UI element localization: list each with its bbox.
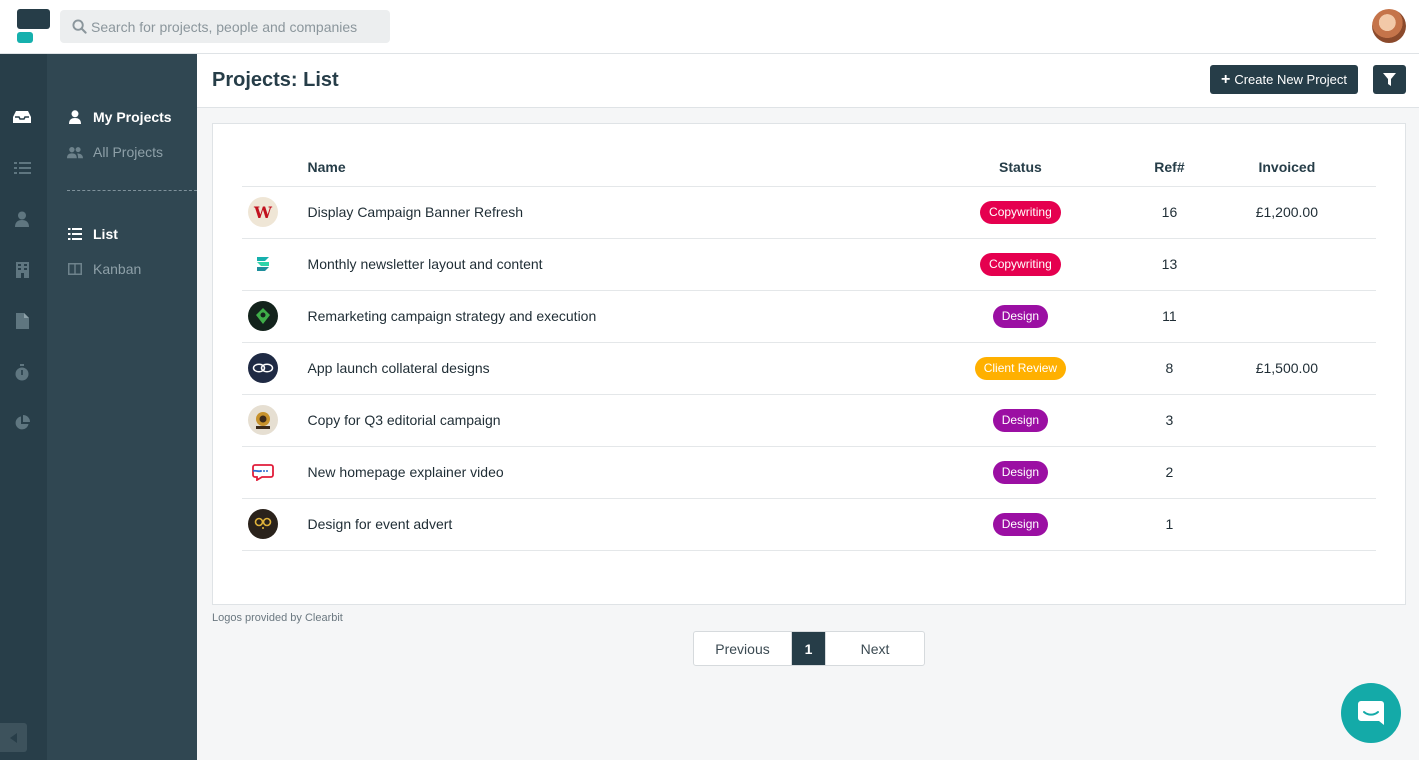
col-ref-header[interactable]: Ref#: [1141, 149, 1198, 187]
project-ref: 2: [1141, 446, 1198, 499]
list-icon[interactable]: [13, 159, 31, 177]
nav-list-label: List: [93, 226, 118, 242]
project-name[interactable]: App launch collateral designs: [307, 342, 900, 395]
filter-icon: [1383, 73, 1396, 86]
nav-my-projects[interactable]: My Projects: [67, 107, 172, 127]
project-ref: 11: [1141, 290, 1198, 343]
search-icon: [72, 19, 87, 34]
status-badge: Client Review: [974, 356, 1067, 380]
columns-icon: [67, 261, 83, 277]
nav-list[interactable]: List: [67, 224, 118, 244]
table-row[interactable]: New homepage explainer video Design 2: [242, 446, 1376, 499]
nav-kanban[interactable]: Kanban: [67, 259, 141, 279]
list-view-icon: [67, 226, 83, 242]
status-badge: Copywriting: [980, 252, 1061, 276]
search-input[interactable]: [91, 10, 381, 43]
col-status-header[interactable]: Status: [899, 149, 1142, 187]
nav-kanban-label: Kanban: [93, 261, 142, 277]
project-name[interactable]: Monthly newsletter layout and content: [307, 238, 900, 291]
col-logo: [242, 149, 308, 187]
project-name[interactable]: Copy for Q3 editorial campaign: [307, 394, 900, 447]
company-logo: [248, 457, 278, 487]
person-icon[interactable]: [13, 210, 31, 228]
users-icon: [67, 144, 83, 160]
chat-launcher-button[interactable]: [1341, 683, 1401, 743]
create-new-project-button[interactable]: + Create New Project: [1210, 65, 1358, 94]
chat-icon: [1358, 701, 1384, 725]
col-name-header[interactable]: Name: [307, 149, 900, 187]
project-invoiced: [1197, 394, 1376, 447]
project-invoiced: [1197, 290, 1376, 343]
filter-button[interactable]: [1373, 65, 1406, 94]
table-row[interactable]: Monthly newsletter layout and content Co…: [242, 238, 1376, 291]
icon-rail: [0, 54, 47, 760]
nav-divider: [67, 190, 197, 191]
table-row[interactable]: W Display Campaign Banner Refresh Copywr…: [242, 186, 1376, 239]
user-avatar[interactable]: [1372, 9, 1406, 43]
project-invoiced: £1,500.00: [1197, 342, 1376, 395]
pagination-current-page[interactable]: 1: [792, 632, 825, 665]
project-ref: 13: [1141, 238, 1198, 291]
col-invoiced-header[interactable]: Invoiced: [1197, 149, 1376, 187]
plus-icon: +: [1220, 70, 1231, 88]
app-logo[interactable]: [17, 9, 51, 45]
pagination-previous-button[interactable]: Previous: [694, 632, 792, 665]
project-name[interactable]: Design for event advert: [307, 498, 900, 551]
table-header-row: Name Status Ref# Invoiced: [242, 149, 1376, 187]
status-badge: Design: [992, 408, 1049, 432]
status-badge: Design: [992, 460, 1049, 484]
nav-all-projects-label: All Projects: [93, 144, 164, 160]
collapse-sidebar-button[interactable]: [0, 723, 27, 752]
top-bar: [0, 0, 1419, 54]
page-header: Projects: List + Create New Project: [197, 54, 1419, 108]
table-row[interactable]: Remarketing campaign strategy and execut…: [242, 290, 1376, 343]
user-icon: [67, 109, 83, 125]
inbox-icon[interactable]: [13, 108, 31, 126]
project-invoiced: [1197, 446, 1376, 499]
page-title: Projects: List: [212, 69, 339, 91]
create-new-project-label: Create New Project: [1234, 72, 1348, 87]
company-logo: [248, 405, 278, 435]
pagination: Previous 1 Next: [693, 631, 925, 666]
project-ref: 8: [1141, 342, 1198, 395]
search-box: [60, 10, 390, 43]
clearbit-attribution[interactable]: Logos provided by Clearbit: [212, 612, 343, 624]
pie-chart-icon[interactable]: [13, 414, 31, 432]
projects-subnav: My Projects All Projects List Kanban: [47, 54, 197, 760]
nav-all-projects[interactable]: All Projects: [67, 142, 163, 162]
project-ref: 3: [1141, 394, 1198, 447]
project-invoiced: £1,200.00: [1197, 186, 1376, 239]
nav-my-projects-label: My Projects: [93, 109, 172, 125]
company-logo: [248, 249, 278, 279]
company-logo: W: [248, 197, 278, 227]
document-icon[interactable]: [13, 312, 31, 330]
company-logo: [248, 301, 278, 331]
project-invoiced: [1197, 238, 1376, 291]
project-invoiced: [1197, 498, 1376, 551]
status-badge: Design: [992, 304, 1049, 328]
project-name[interactable]: Display Campaign Banner Refresh: [307, 186, 900, 239]
project-name[interactable]: Remarketing campaign strategy and execut…: [307, 290, 900, 343]
status-badge: Design: [992, 512, 1049, 536]
projects-card: Name Status Ref# Invoiced W Display Camp…: [212, 123, 1406, 605]
status-badge: Copywriting: [980, 200, 1061, 224]
company-logo: [248, 353, 278, 383]
table-row[interactable]: Copy for Q3 editorial campaign Design 3: [242, 394, 1376, 447]
building-icon[interactable]: [13, 261, 31, 279]
project-ref: 1: [1141, 498, 1198, 551]
caret-left-icon: [10, 732, 17, 743]
table-row[interactable]: Design for event advert Design 1: [242, 498, 1376, 551]
project-ref: 16: [1141, 186, 1198, 239]
company-logo: [248, 509, 278, 539]
stopwatch-icon[interactable]: [13, 363, 31, 381]
table-row[interactable]: App launch collateral designs Client Rev…: [242, 342, 1376, 395]
project-name[interactable]: New homepage explainer video: [307, 446, 900, 499]
pagination-next-button[interactable]: Next: [825, 632, 924, 665]
projects-table: Name Status Ref# Invoiced W Display Camp…: [242, 149, 1376, 551]
